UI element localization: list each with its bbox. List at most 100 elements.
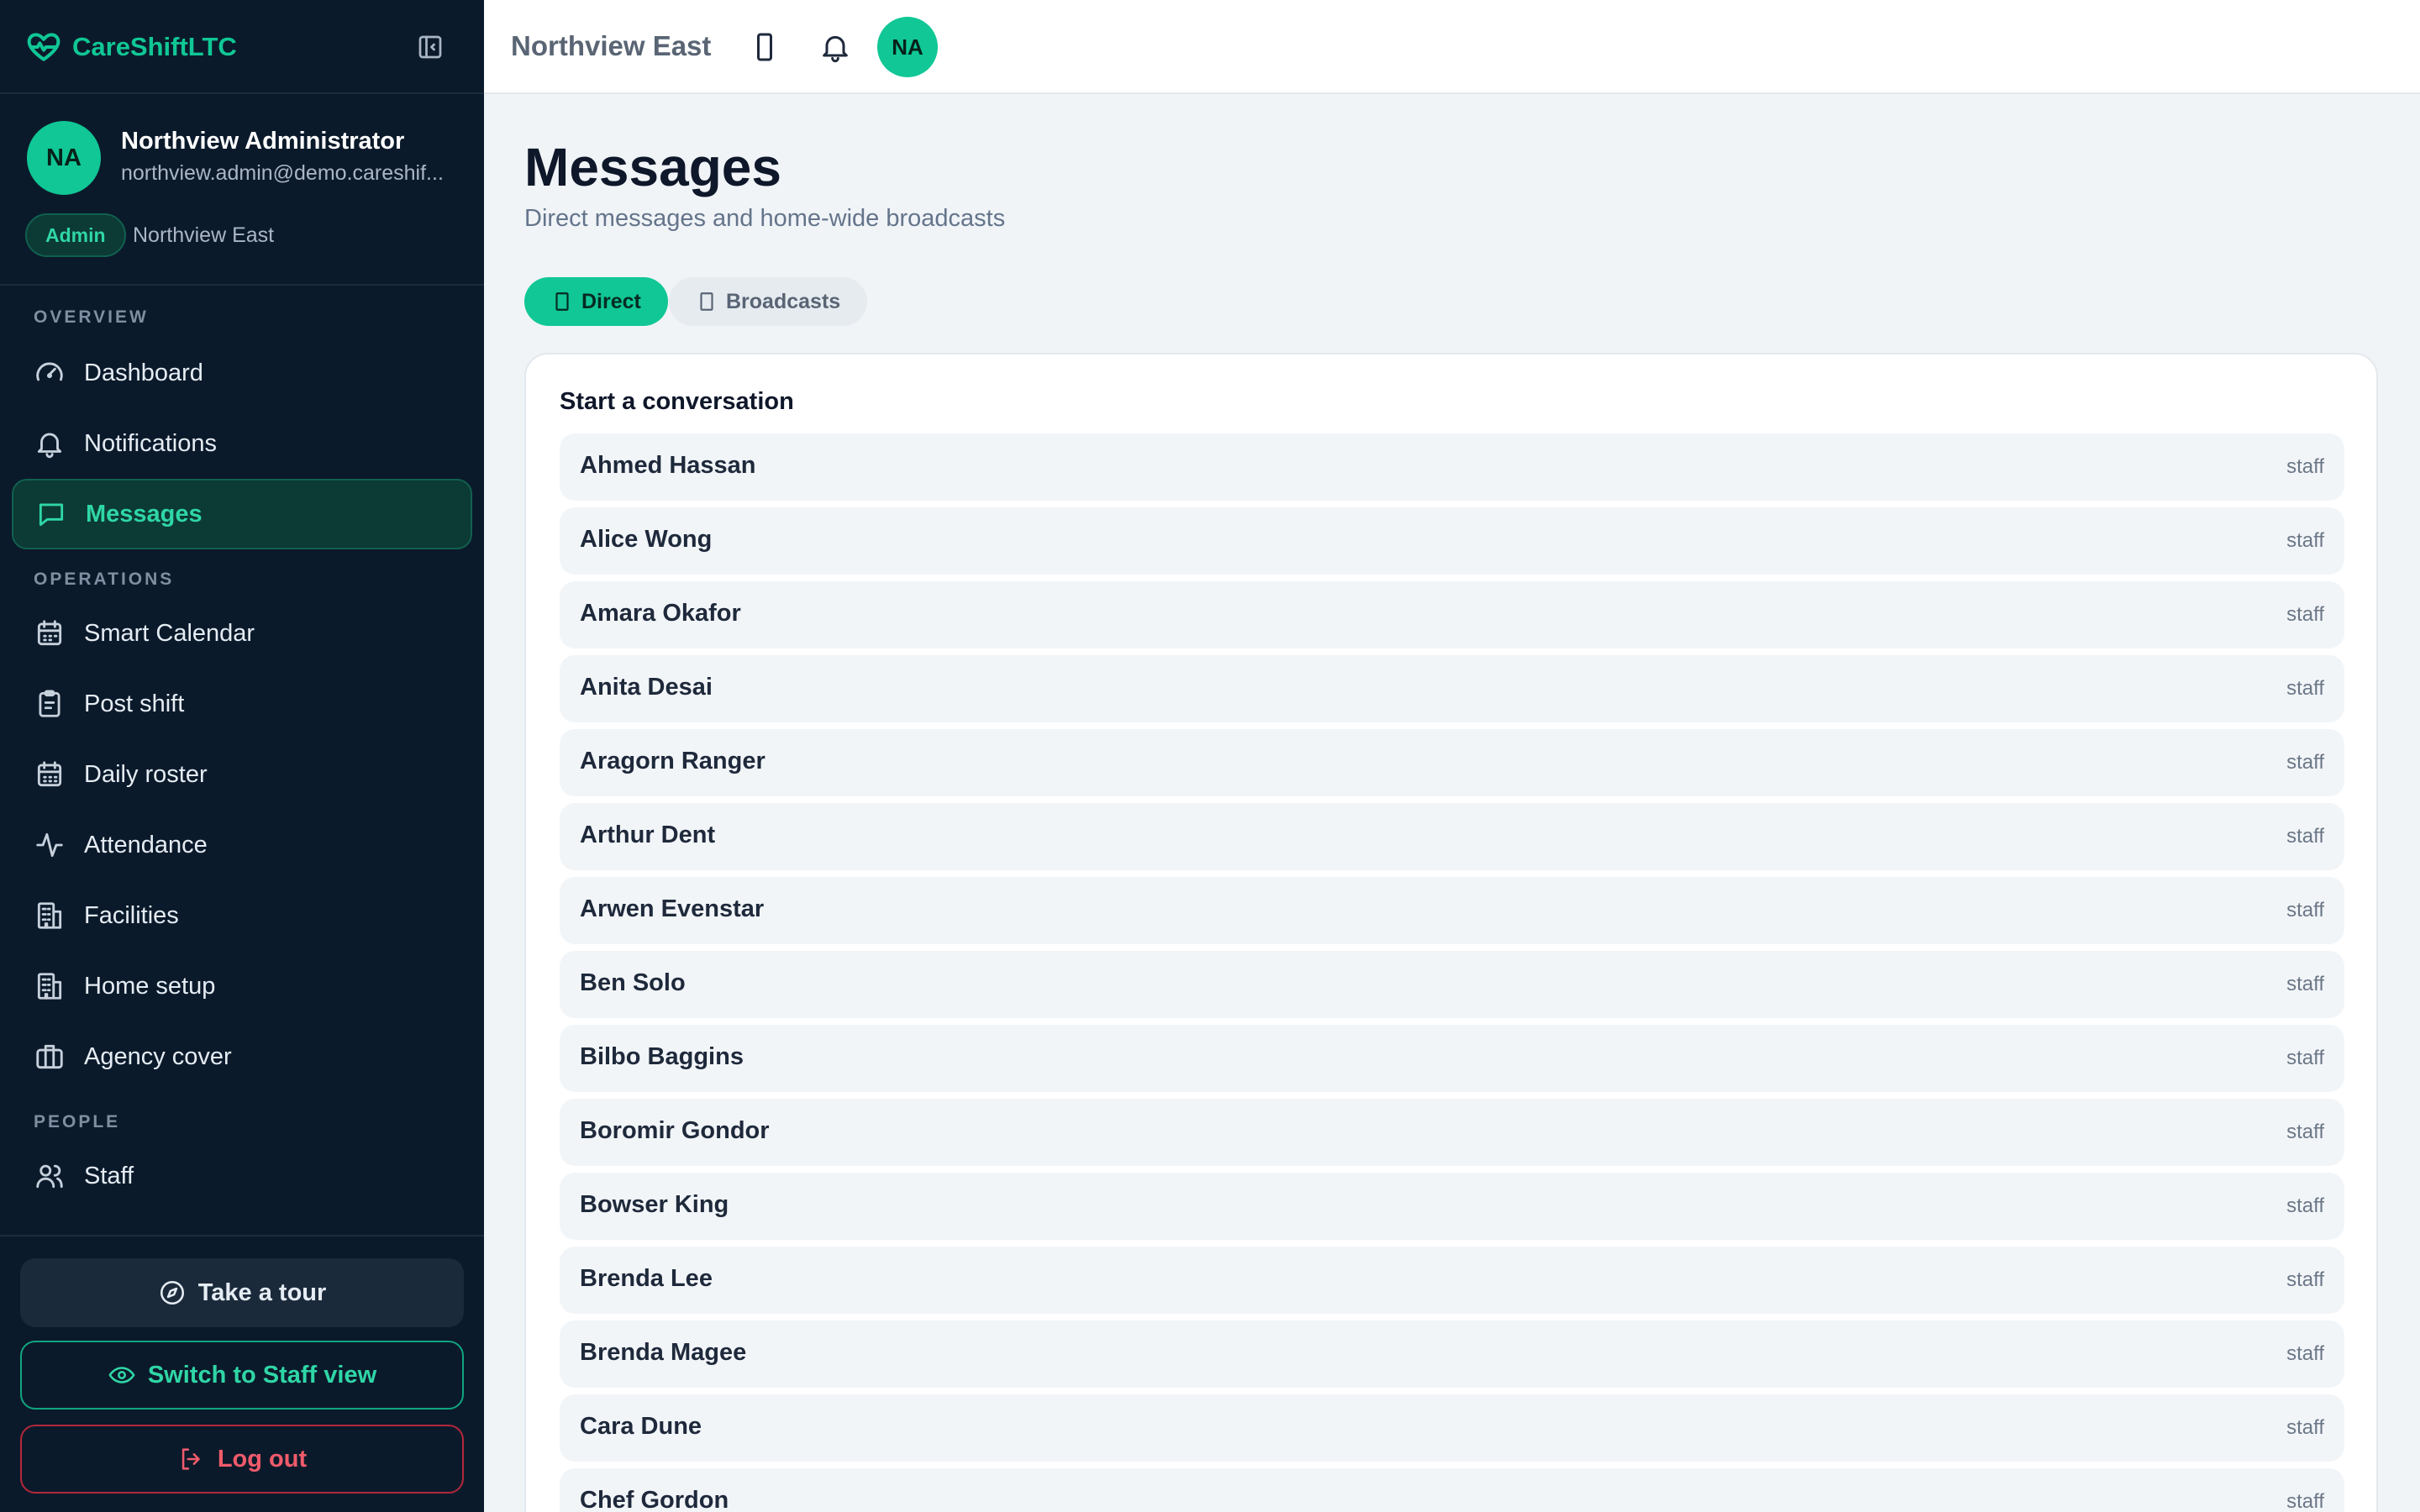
- tab-broadcasts[interactable]: Broadcasts: [669, 277, 868, 326]
- sidebar-collapse-icon[interactable]: [415, 32, 445, 62]
- conversation-card: Start a conversation Ahmed Hassan staff A…: [524, 353, 2378, 1512]
- contact-role: staff: [2286, 1194, 2324, 1217]
- sidebar-item-label: Agency cover: [84, 1042, 232, 1070]
- avatar[interactable]: NA: [27, 121, 101, 195]
- sidebar-item-post-shift[interactable]: Post shift: [12, 669, 472, 739]
- nav-section-people: PEOPLE: [34, 1112, 121, 1131]
- contact-name: Chef Gordon: [580, 1487, 729, 1512]
- sidebar-item-label: Smart Calendar: [84, 619, 255, 647]
- topbar: Northview East NA: [484, 0, 2420, 94]
- contact-role: staff: [2286, 1416, 2324, 1439]
- sidebar-item-label: Home setup: [84, 972, 216, 1000]
- contact-row[interactable]: Boromir Gondor staff: [560, 1099, 2344, 1166]
- calendar-icon: [37, 620, 62, 646]
- contact-row[interactable]: Chef Gordon staff: [560, 1468, 2344, 1512]
- contact-role: staff: [2286, 825, 2324, 848]
- clipboard-icon: [39, 690, 60, 717]
- sidebar-item-daily-roster[interactable]: Daily roster: [12, 739, 472, 810]
- contact-row[interactable]: Aragorn Ranger staff: [560, 729, 2344, 796]
- page-title: Messages: [524, 137, 781, 197]
- take-tour-label: Take a tour: [197, 1278, 327, 1306]
- sidebar-item-label: Dashboard: [84, 359, 203, 386]
- contact-row[interactable]: Brenda Lee staff: [560, 1247, 2344, 1314]
- profile-email: northview.admin@demo.careshif...: [121, 161, 444, 185]
- bell-icon[interactable]: [818, 30, 852, 64]
- contact-name: Ben Solo: [580, 969, 686, 996]
- nav-section-overview: OVERVIEW: [34, 307, 149, 327]
- message-icon: [39, 503, 64, 527]
- sidebar-item-label: Staff: [84, 1162, 134, 1189]
- sidebar-item-attendance[interactable]: Attendance: [12, 810, 472, 880]
- contact-role: staff: [2286, 603, 2324, 626]
- gauge-icon: [36, 362, 63, 381]
- bell-icon: [37, 433, 62, 459]
- home-title: Northview East: [511, 30, 712, 61]
- sidebar-item-agency-cover[interactable]: Agency cover: [12, 1021, 472, 1092]
- sidebar-item-label: Notifications: [84, 429, 217, 457]
- contact-row[interactable]: Anita Desai staff: [560, 655, 2344, 722]
- sidebar-item-notifications[interactable]: Notifications: [12, 408, 472, 479]
- activity-icon: [36, 832, 63, 858]
- contact-row[interactable]: Bowser King staff: [560, 1173, 2344, 1240]
- contact-row[interactable]: Arwen Evenstar staff: [560, 877, 2344, 944]
- contact-role: staff: [2286, 1490, 2324, 1512]
- sidebar-footer: Take a tour Switch to Staff view Log out: [0, 1235, 484, 1512]
- broadcast-icon: [700, 292, 713, 311]
- contact-row[interactable]: Ahmed Hassan staff: [560, 433, 2344, 501]
- sidebar-item-facilities[interactable]: Facilities: [12, 880, 472, 951]
- sidebar-item-dashboard[interactable]: Dashboard: [12, 338, 472, 408]
- sidebar-item-label: Attendance: [84, 831, 208, 858]
- take-tour-button[interactable]: Take a tour: [20, 1258, 464, 1327]
- switch-staff-view-button[interactable]: Switch to Staff view: [20, 1341, 464, 1410]
- profile-name: Northview Administrator: [121, 128, 405, 155]
- profile-home: Northview East: [133, 223, 275, 247]
- phone-icon[interactable]: [748, 30, 781, 64]
- main-content: Messages Direct messages and home-wide b…: [484, 94, 2420, 1512]
- brand-name: CareShiftLTC: [72, 32, 237, 61]
- building-icon: [37, 902, 62, 929]
- contact-name: Alice Wong: [580, 526, 713, 553]
- sidebar-item-home-setup[interactable]: Home setup: [12, 951, 472, 1021]
- tab-direct-label: Direct: [581, 289, 641, 313]
- sidebar-item-staff[interactable]: Staff: [12, 1141, 472, 1211]
- page-subtitle: Direct messages and home-wide broadcasts: [524, 205, 1006, 232]
- app-root: CareShiftLTC NA Northview Administrator …: [0, 0, 2420, 1512]
- nav-section-operations: OPERATIONS: [34, 570, 175, 589]
- briefcase-icon: [36, 1044, 63, 1069]
- user-avatar[interactable]: NA: [877, 17, 938, 77]
- contact-row[interactable]: Ben Solo staff: [560, 951, 2344, 1018]
- contact-name: Boromir Gondor: [580, 1117, 770, 1144]
- switch-staff-view-label: Switch to Staff view: [147, 1361, 377, 1389]
- contact-name: Brenda Lee: [580, 1265, 713, 1292]
- contact-role: staff: [2286, 1342, 2324, 1365]
- contact-row[interactable]: Amara Okafor staff: [560, 581, 2344, 648]
- contact-row[interactable]: Cara Dune staff: [560, 1394, 2344, 1462]
- sidebar-item-smart-calendar[interactable]: Smart Calendar: [12, 598, 472, 669]
- contact-row[interactable]: Alice Wong staff: [560, 507, 2344, 575]
- tab-direct[interactable]: Direct: [524, 277, 668, 326]
- contact-row[interactable]: Arthur Dent staff: [560, 803, 2344, 870]
- logout-button[interactable]: Log out: [20, 1425, 464, 1494]
- sidebar-item-label: Messages: [86, 500, 203, 528]
- tab-broadcasts-label: Broadcasts: [726, 289, 841, 313]
- logout-label: Log out: [217, 1445, 308, 1473]
- contact-role: staff: [2286, 455, 2324, 478]
- contact-role: staff: [2286, 1047, 2324, 1069]
- contact-name: Cara Dune: [580, 1413, 702, 1440]
- contact-row[interactable]: Bilbo Baggins staff: [560, 1025, 2344, 1092]
- profile-card: NA Northview Administrator northview.adm…: [0, 94, 484, 286]
- contact-name: Arwen Evenstar: [580, 895, 765, 922]
- contact-row[interactable]: Brenda Magee staff: [560, 1320, 2344, 1388]
- contact-role: staff: [2286, 751, 2324, 774]
- contact-name: Brenda Magee: [580, 1339, 747, 1366]
- card-title: Start a conversation: [560, 388, 794, 415]
- sidebar-item-messages[interactable]: Messages: [12, 479, 472, 549]
- contact-role: staff: [2286, 677, 2324, 700]
- contact-name: Ahmed Hassan: [580, 452, 756, 479]
- users-icon: [36, 1164, 63, 1189]
- sidebar-item-label: Facilities: [84, 901, 179, 929]
- eye-icon: [108, 1367, 135, 1383]
- brand-header: CareShiftLTC: [0, 0, 484, 94]
- contact-role: staff: [2286, 899, 2324, 921]
- contact-name: Amara Okafor: [580, 600, 741, 627]
